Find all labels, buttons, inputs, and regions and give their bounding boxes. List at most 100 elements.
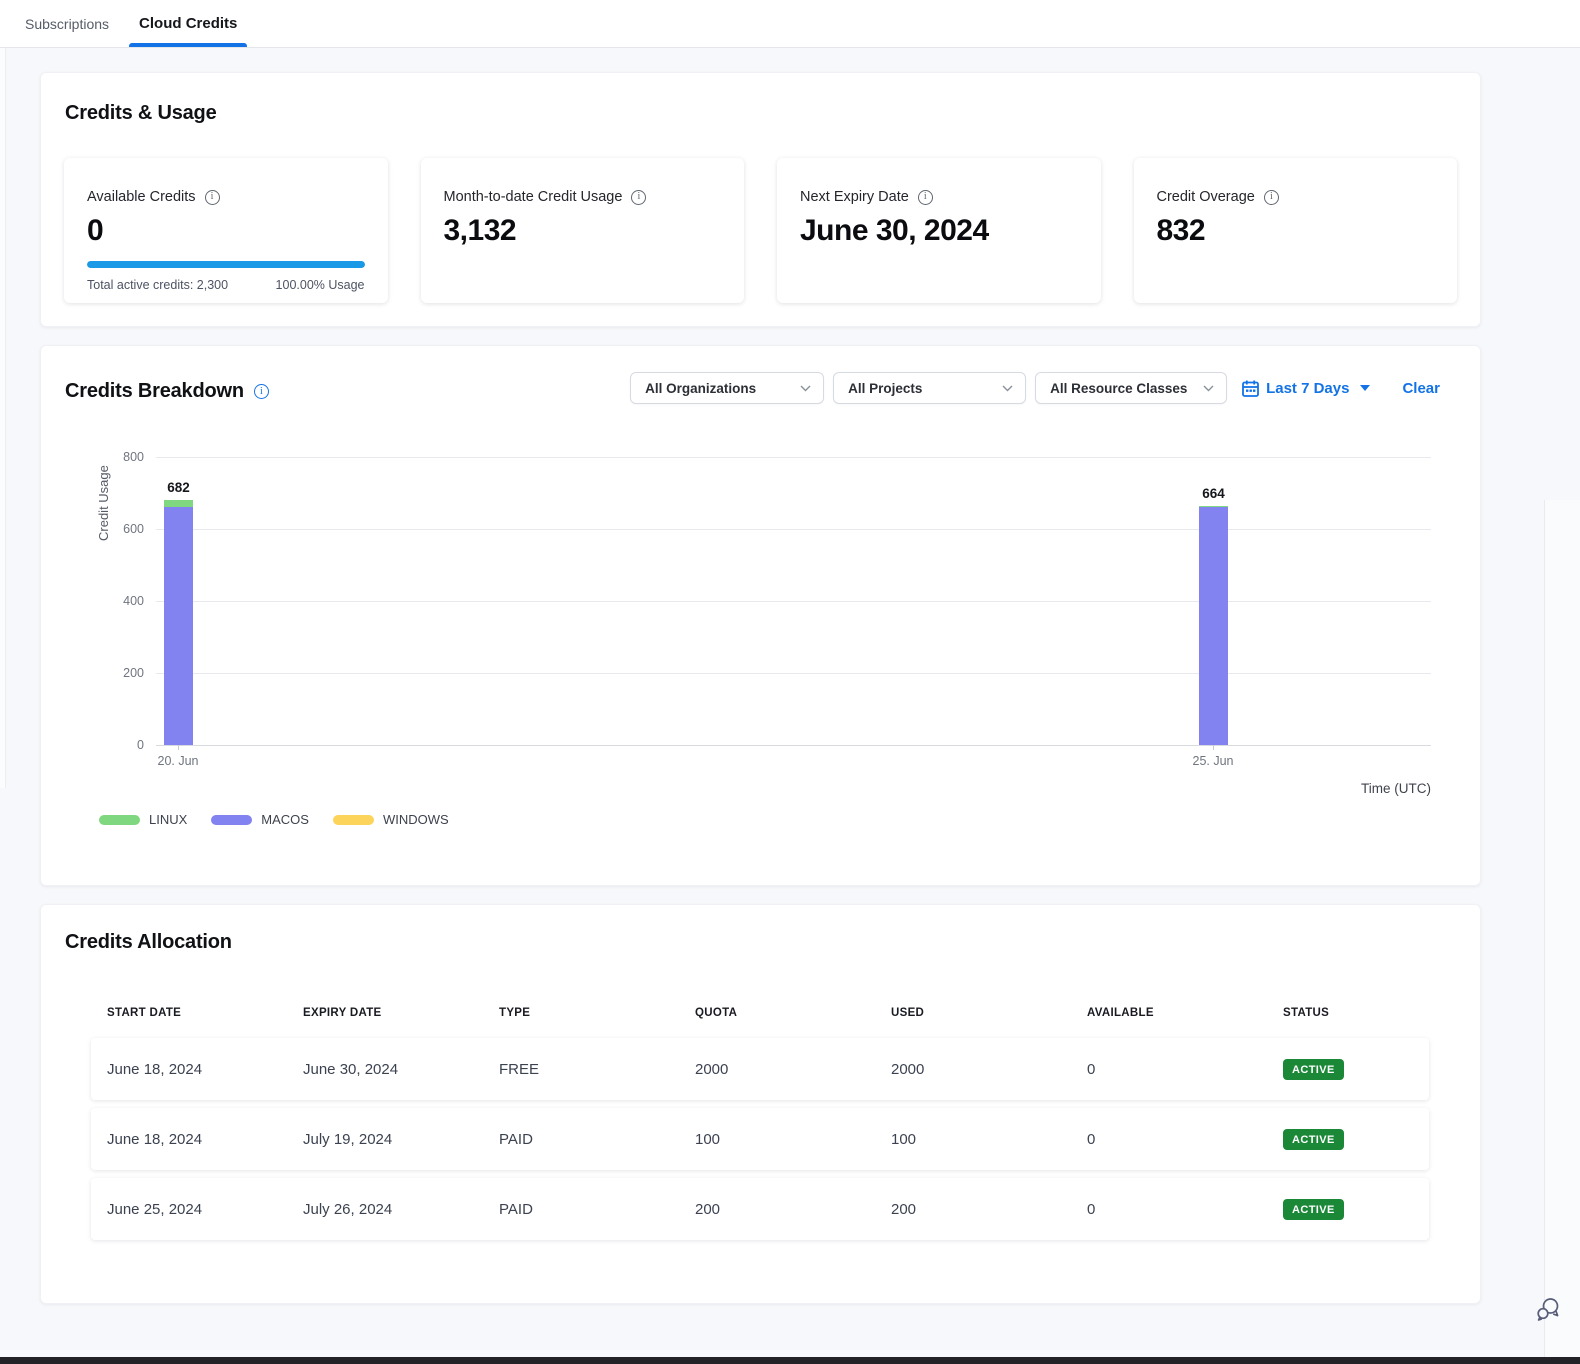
cell-expiry-date: July 26, 2024	[287, 1201, 483, 1218]
tab-subscriptions[interactable]: Subscriptions	[23, 0, 111, 47]
date-range-button[interactable]: Last 7 Days	[1242, 380, 1370, 397]
mtd-usage-card: Month-to-date Credit Usage 3,132	[421, 158, 745, 303]
info-icon[interactable]	[918, 190, 933, 205]
legend-label-linux: LINUX	[149, 812, 187, 827]
chevron-down-icon	[1002, 385, 1013, 392]
cell-quota: 200	[679, 1201, 875, 1218]
legend-swatch-macos	[211, 815, 252, 825]
next-expiry-value: June 30, 2024	[800, 214, 1078, 248]
stacked-bar-jun20[interactable]: 682	[164, 500, 193, 746]
col-header-quota: QUOTA	[679, 1007, 875, 1019]
legend-label-macos: MACOS	[261, 812, 309, 827]
cell-used: 200	[875, 1201, 1071, 1218]
credit-overage-value: 832	[1157, 214, 1435, 248]
projects-dropdown-value: All Projects	[848, 381, 922, 396]
bar-total-label: 682	[167, 480, 190, 495]
chart-x-axis-title: Time (UTC)	[1361, 781, 1431, 796]
cell-used: 100	[875, 1131, 1071, 1148]
credits-breakdown-card: Credits Breakdown All Organizations All …	[40, 345, 1481, 886]
stacked-bar-jun25[interactable]: 664	[1199, 506, 1228, 745]
cell-type: PAID	[483, 1201, 679, 1218]
mtd-usage-label: Month-to-date Credit Usage	[444, 189, 623, 205]
resource-classes-dropdown[interactable]: All Resource Classes	[1035, 372, 1227, 404]
credit-overage-card: Credit Overage 832	[1134, 158, 1458, 303]
tab-cloud-credits[interactable]: Cloud Credits	[137, 0, 239, 47]
table-row: June 18, 2024 June 30, 2024 FREE 2000 20…	[91, 1038, 1429, 1100]
cell-quota: 100	[679, 1131, 875, 1148]
cell-expiry-date: July 19, 2024	[287, 1131, 483, 1148]
cell-start-date: June 18, 2024	[91, 1061, 287, 1078]
credits-usage-title: Credits & Usage	[65, 102, 1457, 125]
gridline	[156, 601, 1431, 602]
organizations-dropdown[interactable]: All Organizations	[630, 372, 824, 404]
legend-label-windows: WINDOWS	[383, 812, 449, 827]
y-tick-label: 200	[123, 666, 144, 680]
gridline	[156, 529, 1431, 530]
info-icon[interactable]	[631, 190, 646, 205]
info-icon[interactable]	[205, 190, 220, 205]
chat-support-button[interactable]	[1534, 1295, 1562, 1323]
chart-y-axis-title: Credit Usage	[96, 465, 111, 541]
available-credits-card: Available Credits 0 Total active credits…	[64, 158, 388, 303]
info-icon[interactable]	[254, 384, 269, 399]
legend-item-windows[interactable]: WINDOWS	[333, 812, 449, 827]
left-edge-divider	[0, 48, 6, 788]
legend-swatch-linux	[99, 815, 140, 825]
cell-available: 0	[1071, 1061, 1267, 1078]
cell-quota: 2000	[679, 1061, 875, 1078]
col-header-expiry-date: EXPIRY DATE	[287, 1007, 483, 1019]
cell-type: FREE	[483, 1061, 679, 1078]
cell-available: 0	[1071, 1201, 1267, 1218]
mtd-usage-value: 3,132	[444, 214, 722, 248]
col-header-available: AVAILABLE	[1071, 1007, 1267, 1019]
clear-filters-button[interactable]: Clear	[1402, 380, 1440, 397]
bar-segment-macos	[164, 507, 193, 745]
window-bottom-edge	[0, 1357, 1580, 1364]
date-range-value: Last 7 Days	[1266, 380, 1349, 397]
next-expiry-label: Next Expiry Date	[800, 189, 909, 205]
cell-start-date: June 25, 2024	[91, 1201, 287, 1218]
status-badge: ACTIVE	[1283, 1059, 1344, 1080]
caret-down-icon	[1360, 385, 1370, 391]
y-tick-label: 800	[123, 450, 144, 464]
status-badge: ACTIVE	[1283, 1129, 1344, 1150]
bar-segment-macos	[1199, 507, 1228, 745]
x-axis-line	[156, 745, 1431, 746]
x-tick-mark	[178, 745, 179, 750]
credit-overage-label: Credit Overage	[1157, 189, 1255, 205]
legend-swatch-windows	[333, 815, 374, 825]
next-expiry-card: Next Expiry Date June 30, 2024	[777, 158, 1101, 303]
credits-allocation-title: Credits Allocation	[65, 931, 232, 954]
total-active-credits-label: Total active credits: 2,300	[87, 278, 228, 292]
credits-allocation-table: START DATE EXPIRY DATE TYPE QUOTA USED A…	[91, 1007, 1429, 1248]
legend-item-linux[interactable]: LINUX	[99, 812, 187, 827]
x-tick-label: 25. Jun	[1192, 754, 1233, 768]
info-icon[interactable]	[1264, 190, 1279, 205]
credits-breakdown-title: Credits Breakdown	[65, 380, 244, 403]
y-tick-label: 0	[137, 738, 144, 752]
main-content: Credits & Usage Available Credits 0 Tota…	[40, 72, 1481, 1322]
bar-segment-linux	[164, 500, 193, 508]
usage-progress-bar	[87, 261, 365, 268]
chart-legend: LINUX MACOS WINDOWS	[99, 812, 449, 827]
status-badge: ACTIVE	[1283, 1199, 1344, 1220]
credits-usage-card: Credits & Usage Available Credits 0 Tota…	[40, 72, 1481, 327]
chart-plot-area: 800 600 400 200 0 682 664 20. Jun 25. Ju…	[156, 457, 1431, 745]
stat-row: Available Credits 0 Total active credits…	[64, 158, 1457, 303]
table-row: June 25, 2024 July 26, 2024 PAID 200 200…	[91, 1178, 1429, 1240]
tab-subscriptions-label: Subscriptions	[25, 16, 109, 32]
usage-percent-label: 100.00% Usage	[276, 278, 365, 292]
table-header-row: START DATE EXPIRY DATE TYPE QUOTA USED A…	[91, 1007, 1429, 1019]
chevron-down-icon	[1203, 385, 1214, 392]
col-header-status: STATUS	[1267, 1007, 1429, 1019]
legend-item-macos[interactable]: MACOS	[211, 812, 309, 827]
projects-dropdown[interactable]: All Projects	[833, 372, 1026, 404]
available-credits-label: Available Credits	[87, 189, 196, 205]
resource-classes-dropdown-value: All Resource Classes	[1050, 381, 1187, 396]
y-tick-label: 600	[123, 522, 144, 536]
calendar-icon	[1242, 380, 1259, 397]
col-header-used: USED	[875, 1007, 1071, 1019]
usage-progress-fill	[87, 261, 365, 268]
available-credits-value: 0	[87, 214, 365, 248]
active-tab-underline	[129, 43, 247, 47]
